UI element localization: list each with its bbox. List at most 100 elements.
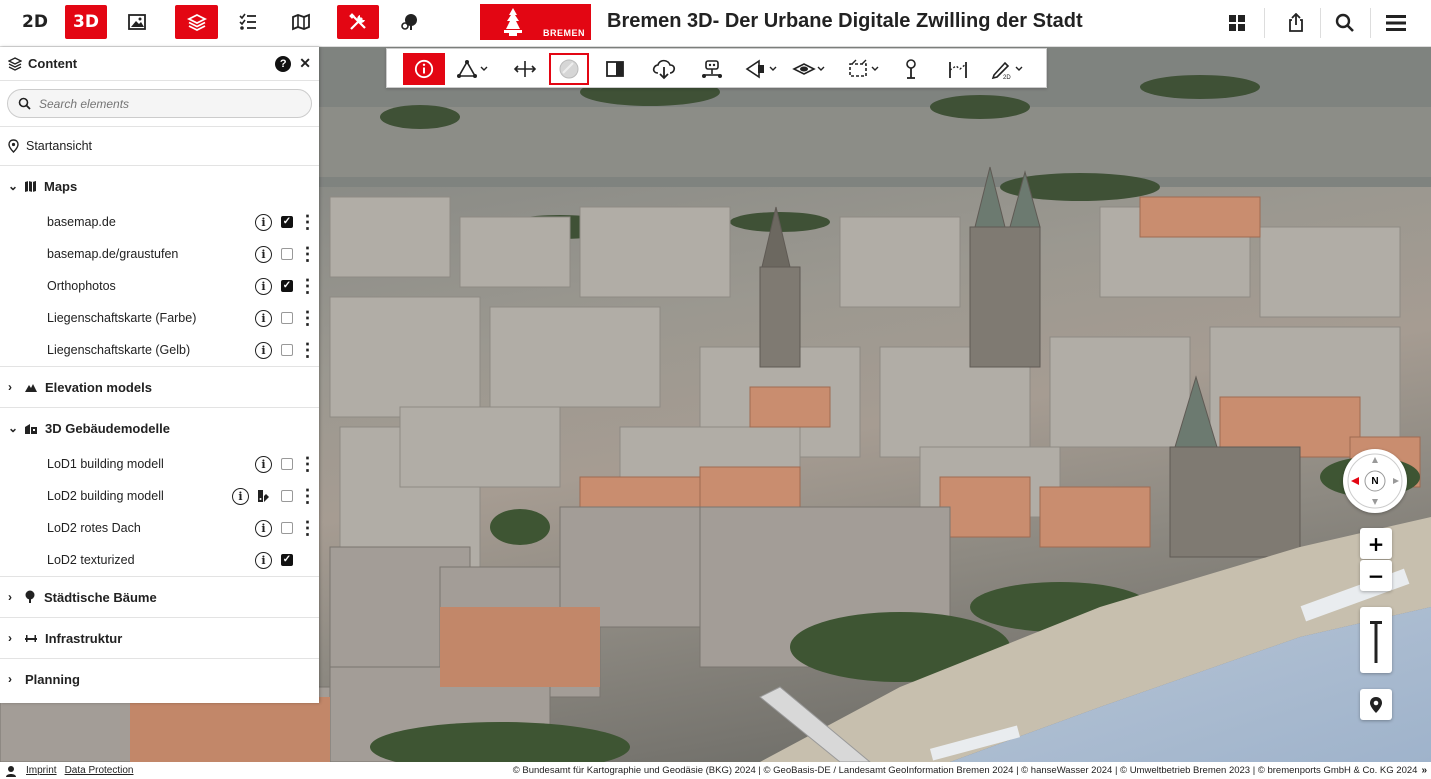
shadow-tool[interactable]	[893, 53, 929, 85]
2d-view-button[interactable]: 2D	[16, 5, 54, 39]
dashed-selection-icon	[849, 59, 879, 77]
info-icon[interactable]: i	[255, 245, 272, 263]
style-palette-icon[interactable]	[256, 488, 272, 504]
2d-drawing-tool[interactable]: 2D	[985, 53, 1031, 85]
layer-checkbox[interactable]: ✓	[281, 280, 293, 292]
section-maps[interactable]: ⌄ Maps	[0, 165, 319, 206]
help-button[interactable]: ?	[275, 55, 292, 72]
layer-checkbox[interactable]	[281, 312, 293, 324]
section-infrastructure[interactable]: › Infrastruktur	[0, 617, 319, 658]
layer-item[interactable]: LoD1 building modell i ⋮	[0, 448, 319, 480]
transparent-circle-icon	[559, 59, 579, 79]
more-options-icon[interactable]: ⋮	[295, 518, 319, 539]
info-icon[interactable]: i	[255, 309, 272, 327]
more-options-icon[interactable]: ⋮	[295, 486, 319, 507]
layer-item[interactable]: LoD2 rotes Dach i ⋮	[0, 512, 319, 544]
imprint-link[interactable]: Imprint	[26, 765, 57, 776]
info-icon[interactable]: i	[232, 487, 249, 505]
chevron-right-icon: ›	[8, 631, 12, 645]
layer-checkbox[interactable]	[281, 344, 293, 356]
tree-settings-button[interactable]	[393, 5, 427, 39]
tilt-slider[interactable]	[1360, 607, 1392, 673]
info-icon[interactable]: i	[255, 277, 272, 295]
main-menu-button[interactable]	[1381, 9, 1411, 37]
zoom-out-button[interactable]: −	[1360, 560, 1392, 591]
layer-checkbox[interactable]	[281, 248, 293, 260]
info-icon[interactable]: i	[255, 455, 272, 473]
layer-item[interactable]: basemap.de i ✓ ⋮	[0, 206, 319, 238]
transparency-tool[interactable]	[549, 53, 589, 85]
chevron-right-icon: ›	[8, 672, 12, 686]
svg-text:2D: 2D	[1003, 75, 1011, 80]
folded-map-icon	[292, 13, 310, 31]
layer-item[interactable]: LoD2 texturized i ✓	[0, 544, 319, 576]
layer-checkbox[interactable]	[281, 522, 293, 534]
compass[interactable]: N	[1343, 449, 1407, 513]
walk-mode-tool[interactable]	[693, 53, 731, 85]
layer-checkbox[interactable]: ✓	[281, 554, 293, 566]
search-box[interactable]	[7, 89, 312, 118]
more-options-icon[interactable]: ⋮	[295, 244, 319, 265]
area-selection-tool[interactable]	[841, 53, 887, 85]
share-button[interactable]	[1281, 9, 1311, 37]
layer-checkbox[interactable]	[281, 458, 293, 470]
grid-icon	[1229, 15, 1245, 31]
section-urban-trees[interactable]: › Städtische Bäume	[0, 576, 319, 617]
height-profile-tool[interactable]	[939, 53, 977, 85]
split-view-tool[interactable]	[597, 53, 633, 85]
section-planning[interactable]: › Planning	[0, 658, 319, 699]
person-icon	[6, 765, 16, 777]
share-icon	[1289, 13, 1303, 32]
bridge-icon	[25, 635, 37, 642]
3d-view-button[interactable]: 3D	[65, 5, 107, 39]
tools-button[interactable]	[337, 5, 379, 39]
start-view-label: Startansicht	[26, 139, 93, 153]
legend-button[interactable]	[229, 5, 265, 39]
close-panel-button[interactable]: ✕	[299, 55, 311, 72]
clipping-plane-tool[interactable]	[787, 53, 833, 85]
section-buildings-label: 3D Gebäudemodelle	[45, 420, 170, 436]
info-icon[interactable]: i	[255, 551, 272, 569]
attribution-expand-button[interactable]: »	[1421, 765, 1427, 776]
search-button[interactable]	[1330, 9, 1360, 37]
attribution-text: © Bundesamt für Kartographie und Geodäsi…	[512, 765, 1418, 776]
layer-item[interactable]: Liegenschaftskarte (Gelb) i ⋮	[0, 334, 319, 366]
layer-checkbox[interactable]: ✓	[281, 216, 293, 228]
bremen-key-emblem-icon	[504, 8, 522, 36]
data-protection-link[interactable]: Data Protection	[65, 765, 134, 776]
layer-item[interactable]: Liegenschaftskarte (Farbe) i ⋮	[0, 302, 319, 334]
locate-button[interactable]	[1360, 689, 1392, 720]
more-options-icon[interactable]: ⋮	[295, 212, 319, 233]
download-tool[interactable]	[645, 53, 683, 85]
layer-item[interactable]: basemap.de/graustufen i ⋮	[0, 238, 319, 270]
image-view-button[interactable]	[119, 5, 155, 39]
grid-menu-button[interactable]	[1222, 9, 1252, 37]
layer-item[interactable]: LoD2 building modell i ⋮	[0, 480, 319, 512]
viewshed-tool[interactable]	[739, 53, 785, 85]
layer-label: LoD1 building modell	[47, 457, 164, 471]
layers-button[interactable]	[175, 5, 218, 39]
search-input[interactable]	[39, 96, 289, 111]
info-icon[interactable]: i	[255, 519, 272, 537]
layer-checkbox[interactable]	[281, 490, 293, 502]
more-options-icon[interactable]: ⋮	[295, 276, 319, 297]
info-icon[interactable]: i	[255, 213, 272, 231]
feature-info-tool[interactable]	[403, 53, 445, 85]
layer-item[interactable]: Orthophotos i ✓ ⋮	[0, 270, 319, 302]
bremen-logo: BREMEN	[480, 4, 591, 40]
info-icon[interactable]: i	[255, 341, 272, 359]
draw-tool[interactable]	[451, 53, 497, 85]
zoom-in-button[interactable]: +	[1360, 528, 1392, 559]
panel-title: Content	[28, 56, 78, 71]
more-options-icon[interactable]: ⋮	[295, 308, 319, 329]
map-styles-button[interactable]	[283, 5, 319, 39]
section-3d-buildings[interactable]: ⌄ 3D Gebäudemodelle	[0, 407, 319, 448]
start-view-item[interactable]: Startansicht	[0, 126, 319, 165]
section-elevation-models[interactable]: › Elevation models	[0, 366, 319, 407]
section-trees-label: Städtische Bäume	[44, 589, 157, 605]
tree-icon	[25, 590, 35, 603]
navigation-robot-icon	[702, 60, 722, 78]
measure-distance-tool[interactable]	[507, 53, 543, 85]
more-options-icon[interactable]: ⋮	[295, 340, 319, 361]
more-options-icon[interactable]: ⋮	[295, 454, 319, 475]
